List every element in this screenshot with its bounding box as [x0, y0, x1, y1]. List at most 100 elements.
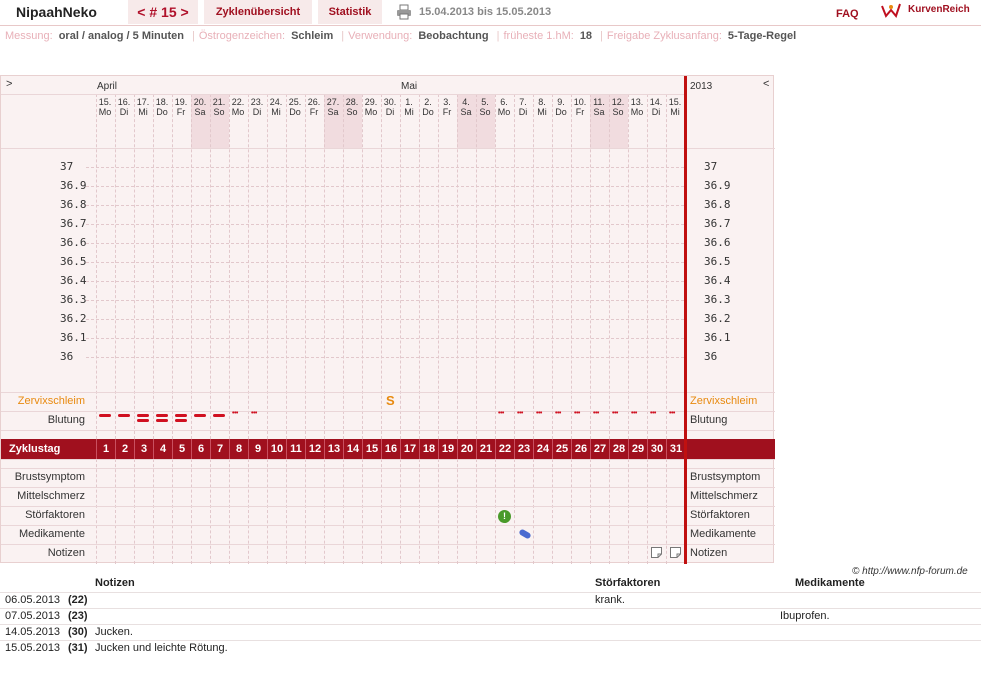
day-weekday: Mi [404, 107, 414, 117]
grid-column-line [419, 94, 420, 439]
cycle-day-cell[interactable]: 8 [229, 439, 248, 459]
cycle-navigator[interactable]: < # 15 > [128, 0, 198, 24]
grid-column-line [495, 94, 496, 439]
cycle-day-cell[interactable]: 22 [495, 439, 514, 459]
temperature-label-right: 36.2 [704, 312, 731, 325]
separator: | [192, 30, 195, 42]
temperature-label-left: 36.3 [60, 293, 87, 306]
cycle-day-cell[interactable]: 17 [400, 439, 419, 459]
row-divider [1, 506, 775, 507]
cycle-day-cell[interactable]: 23 [514, 439, 533, 459]
spotting-mark: ••• [517, 410, 523, 417]
cycle-end-marker [684, 76, 687, 564]
cycle-day-cell[interactable]: 30 [647, 439, 666, 459]
day-number: 10. [573, 97, 587, 107]
day-number: 16. [117, 97, 131, 107]
spotting-mark: ••• [498, 410, 504, 417]
printer-icon[interactable] [396, 4, 412, 20]
info-value: 5-Tage-Regel [727, 30, 797, 42]
cycle-day-cell[interactable]: 1 [96, 439, 115, 459]
disturbance-icon[interactable]: ! [498, 510, 511, 523]
grid-column-line [533, 94, 534, 439]
grid-column-line [457, 94, 458, 439]
cycle-day-cell[interactable]: 4 [153, 439, 172, 459]
note-icon[interactable] [670, 547, 681, 558]
grid-column-line [476, 94, 477, 439]
cycle-day-cell[interactable]: 27 [590, 439, 609, 459]
bleeding-strong-mark [156, 419, 168, 422]
cycle-day-cell[interactable]: 26 [571, 439, 590, 459]
cycle-day-cell[interactable]: 12 [305, 439, 324, 459]
cycle-day-cell[interactable]: 14 [343, 439, 362, 459]
day-number: 15. [668, 97, 682, 107]
note-icon[interactable] [651, 547, 662, 558]
notes-row: 14.05.2013 (30) Jucken. [0, 624, 981, 640]
grid-column-line [590, 459, 591, 564]
row-label-right-mittel: Mittelschmerz [690, 490, 758, 502]
logo-icon[interactable] [880, 2, 902, 20]
grid-column-line [191, 459, 192, 564]
temperature-label-left: 37 [60, 160, 74, 173]
temperature-label-right: 36.9 [704, 179, 731, 192]
temperature-label-left: 36.9 [60, 179, 87, 192]
day-weekday: Fr [309, 107, 319, 117]
cycle-day-cell[interactable]: 28 [609, 439, 628, 459]
bleeding-strong-mark [137, 419, 149, 422]
cycle-day-cell[interactable]: 29 [628, 439, 647, 459]
temperature-label-right: 36.7 [704, 217, 731, 230]
grid-column-line [400, 459, 401, 564]
separator: | [341, 30, 345, 42]
temperature-label-right: 36.8 [704, 198, 731, 211]
cycle-day-cell[interactable]: 18 [419, 439, 438, 459]
cycle-day-cell[interactable]: 21 [476, 439, 495, 459]
grid-column-line [666, 459, 667, 564]
day-number: 7. [519, 97, 527, 107]
day-number: 22. [231, 97, 245, 107]
cycle-day-cell[interactable]: 16 [381, 439, 400, 459]
medication-icon[interactable] [518, 529, 532, 539]
grid-column-line [552, 459, 553, 564]
cycle-day-cell[interactable]: 31 [666, 439, 685, 459]
cycle-day-cell[interactable]: 24 [533, 439, 552, 459]
cycle-day-cell[interactable]: 5 [172, 439, 191, 459]
scroll-left-arrow[interactable]: > [6, 78, 12, 90]
grid-column-line [476, 459, 477, 564]
cycle-day-cell[interactable]: 11 [286, 439, 305, 459]
bleeding-strong-mark [137, 414, 149, 417]
user-name[interactable]: NipaahNeko [0, 0, 123, 24]
grid-column-line [514, 94, 515, 439]
temperature-label-left: 36.7 [60, 217, 87, 230]
grid-column-line [115, 94, 116, 439]
note-date: 15.05.2013 [5, 642, 61, 654]
logo-text[interactable]: KurvenReich [908, 4, 970, 15]
cycle-day-cell[interactable]: 7 [210, 439, 229, 459]
header-divider [1, 148, 775, 149]
grid-column-line [400, 94, 401, 439]
cycle-day-cell[interactable]: 19 [438, 439, 457, 459]
grid-column-line [514, 459, 515, 564]
cycle-day-cell[interactable]: 9 [248, 439, 267, 459]
stoerfaktoren-header: Störfaktoren [595, 577, 661, 589]
row-divider [1, 459, 775, 460]
cycle-day-cell[interactable]: 3 [134, 439, 153, 459]
cycle-day-cell[interactable]: 2 [115, 439, 134, 459]
cycle-day-cell[interactable]: 13 [324, 439, 343, 459]
day-weekday: Do [289, 107, 301, 117]
day-weekday: Sa [327, 107, 339, 117]
grid-column-line [305, 94, 306, 439]
cycle-day-cell[interactable]: 20 [457, 439, 476, 459]
faq-link[interactable]: FAQ [836, 8, 859, 20]
grid-column-line [438, 459, 439, 564]
cycle-day-cell[interactable]: 25 [552, 439, 571, 459]
info-value: oral / analog / 5 Minuten [58, 30, 184, 42]
tab-statistics[interactable]: Statistik [318, 0, 382, 24]
cycle-day-cell[interactable]: 10 [267, 439, 286, 459]
cycle-day-cell[interactable]: 15 [362, 439, 381, 459]
temperature-label-left: 36 [60, 350, 74, 363]
cycle-day-cell[interactable]: 6 [191, 439, 210, 459]
tab-cycle-overview[interactable]: Zyklenübersicht [204, 0, 312, 24]
grid-column-line [609, 459, 610, 564]
grid-column-line [324, 459, 325, 564]
grid-column-line [96, 94, 97, 439]
scroll-right-arrow[interactable]: < [763, 78, 769, 90]
